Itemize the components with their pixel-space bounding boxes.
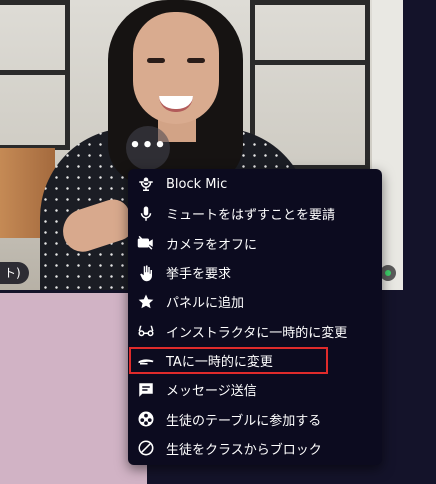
menu-item-request-unmute[interactable]: ミュートをはずすことを要請 [128, 199, 382, 228]
table-join-icon [136, 409, 156, 429]
online-status-icon [380, 265, 396, 281]
menu-item-request-raise-hand[interactable]: 挙手を要求 [128, 258, 382, 287]
menu-item-label: カメラをオフに [166, 237, 258, 253]
menu-item-label: 生徒をクラスからブロック [166, 442, 322, 458]
menu-item-add-to-panel[interactable]: パネルに追加 [128, 287, 382, 316]
block-circle-icon [136, 438, 156, 458]
participant-video-tile-placeholder[interactable] [0, 293, 147, 484]
menu-item-block-student[interactable]: 生徒をクラスからブロック [128, 434, 382, 463]
participant-eye [187, 58, 205, 63]
chat-message-icon [136, 380, 156, 400]
raised-hand-icon [136, 263, 156, 283]
participant-context-menu: Block Mic ミュートをはずすことを要請 カメラをオフに 挙手を要求 パネ… [128, 169, 382, 465]
menu-item-label: TAに一時的に変更 [166, 354, 273, 370]
menu-item-join-student-table[interactable]: 生徒のテーブルに参加する [128, 404, 382, 433]
glasses-icon [136, 321, 156, 341]
more-options-button[interactable]: ••• [126, 126, 170, 170]
menu-item-block-mic[interactable]: Block Mic [128, 170, 382, 199]
shelf-divider [0, 70, 70, 75]
camera-off-icon [136, 233, 156, 253]
mic-block-icon [136, 175, 156, 195]
participant-eye [147, 58, 165, 63]
menu-item-label: 挙手を要求 [166, 267, 232, 283]
menu-item-make-instructor[interactable]: インストラクタに一時的に変更 [128, 316, 382, 345]
menu-item-send-message[interactable]: メッセージ送信 [128, 375, 382, 404]
menu-item-label: Block Mic [166, 177, 228, 193]
menu-item-label: インストラクタに一時的に変更 [166, 325, 348, 341]
menu-item-label: パネルに追加 [166, 296, 245, 312]
ta-pen-icon [136, 350, 156, 370]
menu-item-label: ミュートをはずすことを要請 [166, 208, 336, 224]
background-shelf [0, 0, 70, 150]
microphone-icon [136, 204, 156, 224]
shelf-divider [250, 60, 370, 65]
menu-item-make-ta[interactable]: TAに一時的に変更 [128, 346, 382, 375]
menu-item-label: メッセージ送信 [166, 384, 257, 400]
participant-name-label: ト) [0, 262, 29, 284]
menu-item-label: 生徒のテーブルに参加する [166, 413, 322, 429]
star-icon [136, 292, 156, 312]
menu-item-camera-off[interactable]: カメラをオフに [128, 229, 382, 258]
